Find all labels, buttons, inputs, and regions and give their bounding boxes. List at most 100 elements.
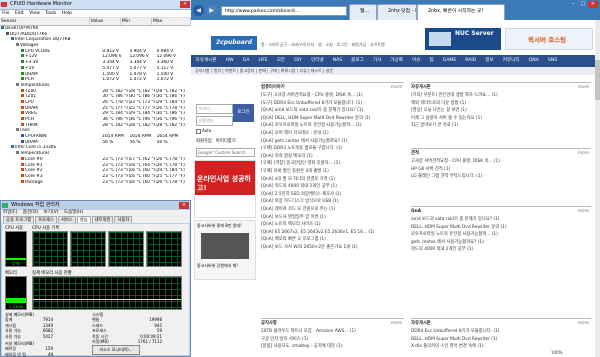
list-item[interactable]: [QnA] E5 2667v2, E5 2643v2 E5 2630v1, E5…	[261, 229, 404, 237]
list-item[interactable]: [도구] DDR4 Ecc Unbuffered 8기가 모듈합니다. (1)	[261, 100, 404, 108]
menu-item[interactable]: HW	[221, 55, 238, 67]
minimize-icon[interactable]: –	[568, 1, 578, 8]
col-max[interactable]: Max	[152, 18, 191, 25]
menu-file[interactable]: File	[2, 11, 10, 16]
list-item[interactable]: gefs centos 에서 사용가능할까요? (1)	[411, 239, 591, 247]
menu-help[interactable]: 도움말(H)	[64, 210, 83, 215]
join-link[interactable]: 회원가입	[196, 139, 212, 144]
list-item[interactable]: HP G6 서버 견적 (1)	[411, 166, 591, 174]
panel-title[interactable]: 자유게시판	[411, 321, 431, 326]
menu-item[interactable]: 인터넷	[306, 55, 328, 67]
panel-title[interactable]: 컴퓨터이야기	[261, 85, 285, 90]
list-item[interactable]: [구매] 자바 할인 동판은 4개 출발 (1)	[261, 168, 404, 176]
checkbox-icon[interactable]	[196, 128, 201, 134]
menu-view[interactable]: View	[29, 11, 40, 16]
list-item[interactable]: [QnA] 저속 결정 메모리 (1)	[261, 153, 404, 161]
more-link[interactable]: more	[391, 319, 402, 328]
list-item[interactable]: [QnA] DELL, HDM Super Multi Dvd Rewriter…	[261, 115, 404, 123]
menu-file[interactable]: 파일(F)	[3, 210, 17, 215]
forward-icon[interactable]: ▶	[206, 5, 217, 16]
sub-menu[interactable]: 공지사항 | 원격 | 이벤트 | 중고장터 | 판매 | 구매 | 벼룩시장 …	[191, 67, 595, 75]
more-link[interactable]: more	[578, 83, 589, 92]
sensor-row[interactable]: Package 23 °C (73 °F) 16 °C (60 °F) 26 °C (…	[0, 179, 191, 186]
auto-login[interactable]: Auto	[196, 128, 254, 134]
more-link[interactable]: more	[578, 149, 589, 158]
tab-users[interactable]: 사용자	[114, 216, 133, 223]
site-logo[interactable]: 2cpuboard	[211, 36, 257, 50]
list-item[interactable]: LG 플레인 그램 견적 부탁드립니다. (1)	[411, 173, 591, 181]
list-item[interactable]: 고사양 서버견적요청 - CPU 플랫, DISK 속... (1)	[411, 158, 591, 166]
list-item[interactable]: [QnA] amd 보드의 sata raid가 좀 문제가 있나요? (1)	[261, 107, 404, 115]
list-item[interactable]: [구매] DDR3 노트북용 램모듈 구합니다. (1)	[261, 145, 404, 153]
list-item[interactable]: 워드의 4000 외내 2개인 공부 (1)	[411, 246, 591, 254]
list-item[interactable]: 구글 인지 방지 서비스 (1)	[261, 336, 404, 344]
list-item[interactable]: amd 보드의 sata raid가 좀 문제가 있나요? (1)	[411, 216, 591, 224]
list-item[interactable]: [QnA] 워드의 4000 외내 2개인 공부 (1)	[261, 183, 404, 191]
menu-view[interactable]: 보기(V)	[44, 210, 59, 215]
panel-title[interactable]: 견적	[411, 151, 419, 156]
menu-item[interactable]: NAS	[328, 55, 347, 67]
menu-item[interactable]: RAID	[461, 55, 481, 67]
list-item[interactable]: [도구] 고사양 서버견적요청 - CPU 플랫, DISK 속... (1)	[261, 92, 404, 100]
list-item[interactable]: 어제 그 용량이 서버 쓸 수 있는지요 (1)	[411, 115, 591, 123]
menu-item[interactable]: 이슈	[407, 55, 424, 67]
browser-tab-active[interactable]: 2nbx, 빠른이 시작하는 곳!	[417, 4, 505, 20]
list-item[interactable]: [QnA] gefs centos 에서 사용가능할까요? (1)	[261, 138, 404, 146]
panel-title[interactable]: 공지사항	[261, 321, 277, 326]
menu-item[interactable]: GA	[238, 55, 254, 67]
menu-tools[interactable]: Tools	[45, 11, 56, 16]
list-item[interactable]: [QnA] 보드사 명일일주 업 이번 (1)	[261, 214, 404, 222]
more-link[interactable]: more	[578, 207, 589, 216]
google-search-input[interactable]: Google" Custom Search	[196, 147, 255, 157]
list-item[interactable]: DELL, HDM Super Multi Dvd Rewriter (1)	[411, 336, 591, 344]
taskmgr-titlebar[interactable]: Windows 작업 관리자 ×	[1, 201, 190, 210]
vertical-scrollbar[interactable]	[595, 20, 600, 357]
list-item[interactable]: [QnA] 외장 하드디스크 방식으로 USB (1)	[261, 198, 404, 206]
list-item[interactable]: 해외 워터트로의 다운 방법 (1)	[411, 100, 591, 108]
list-item[interactable]: 로우프로파일 노트북 유전정 사용가능할까... (1)	[411, 231, 591, 239]
list-item[interactable]: [QnA] x대 발 모 하나의 연결로 가격 (1)	[261, 176, 404, 184]
maximize-icon[interactable]: □	[578, 1, 588, 8]
login-pw-input[interactable]: 비밀번호	[196, 116, 233, 126]
panel-title[interactable]: 자유게시판	[411, 85, 431, 90]
menu-item[interactable]: 정보	[481, 55, 498, 67]
menu-item[interactable]: SNS	[543, 55, 561, 67]
ad-quickserver[interactable]: 퀵서버 호스팅	[505, 28, 593, 50]
list-item[interactable]: [QnA] 2.5인치 SSD 외장케이스 제조사 (1)	[261, 191, 404, 199]
list-item[interactable]: [QnA] 노트북 메모리 사이즈 (1)	[261, 221, 404, 229]
list-item[interactable]: [영상] 오늘 나온는 걸 보면 (1)	[411, 107, 591, 115]
menu-item[interactable]: QNA	[524, 55, 543, 67]
ad-online-business[interactable]: 온라인사업 성공하고!	[194, 160, 256, 218]
list-item[interactable]: [QnA] 레이저 코드 모 전원으로 주는 (1)	[261, 206, 404, 214]
browser-tab-0[interactable]: 웹...	[349, 4, 377, 20]
col-min[interactable]: Min	[121, 18, 153, 25]
menu-options[interactable]: 옵션(O)	[23, 210, 38, 215]
tab-applications[interactable]: 응용 프로그램	[3, 216, 35, 223]
menu-item[interactable]: GAME	[438, 55, 461, 67]
list-item[interactable]: [QnA] 오버 헤어 지오테오 : 문의 (1)	[261, 130, 404, 138]
menu-item[interactable]: 가상화	[386, 55, 408, 67]
list-item[interactable]: X-dia 플리커의 스킨 영어 변경 속에 (1)	[411, 343, 591, 351]
tab-processes[interactable]: 프로세스	[35, 216, 57, 223]
login-button[interactable]: 로그인	[233, 104, 254, 122]
close-icon[interactable]: ×	[179, 202, 189, 209]
address-bar[interactable]: http://www.parkoz.com/zboard/...	[221, 6, 347, 16]
menu-edit[interactable]: Edit	[15, 11, 24, 16]
menu-item[interactable]: 모든	[272, 55, 289, 67]
list-item[interactable]: [QnA] 로우프로파일 노트북 유전정 사용가능할까... (1)	[261, 122, 404, 130]
top-nav[interactable]: 홈 · 스마트공구 · 서버/스토리지 · 앱 · 쇼핑 · 로그인 · 회원가…	[261, 42, 385, 48]
col-sensor[interactable]: Sensor	[0, 18, 90, 25]
scrollbar-thumb[interactable]	[595, 60, 600, 100]
more-link[interactable]: more	[391, 83, 402, 92]
list-item[interactable]: [구매] [격창] 중국한컴인 영화 후원하... (1)	[261, 160, 404, 168]
more-link[interactable]: more	[578, 319, 589, 328]
ad-server[interactable]: 중고서버위 중에 8만 원대! 중고서버위 강원에서 해!	[194, 220, 256, 280]
panel-title[interactable]: QnA	[411, 209, 421, 214]
zoom-level[interactable]: 100%	[551, 350, 562, 355]
close-icon[interactable]: ×	[180, 1, 190, 8]
hwmonitor-titlebar[interactable]: CPUID Hardware Monitor ×	[0, 0, 191, 10]
list-item[interactable]: DELL, HDM Super Multi Dvd Rewriter 문의 (1…	[411, 224, 591, 232]
ad-nuc-server[interactable]: NUC Server	[425, 28, 501, 50]
list-item[interactable]: [QnA] 보드 사서 W/O 2650+2분 좋은가요 1개 (1)	[261, 244, 404, 252]
list-item[interactable]: [QnA] 메모리 빠른 오 프로그램 (1)	[261, 236, 404, 244]
